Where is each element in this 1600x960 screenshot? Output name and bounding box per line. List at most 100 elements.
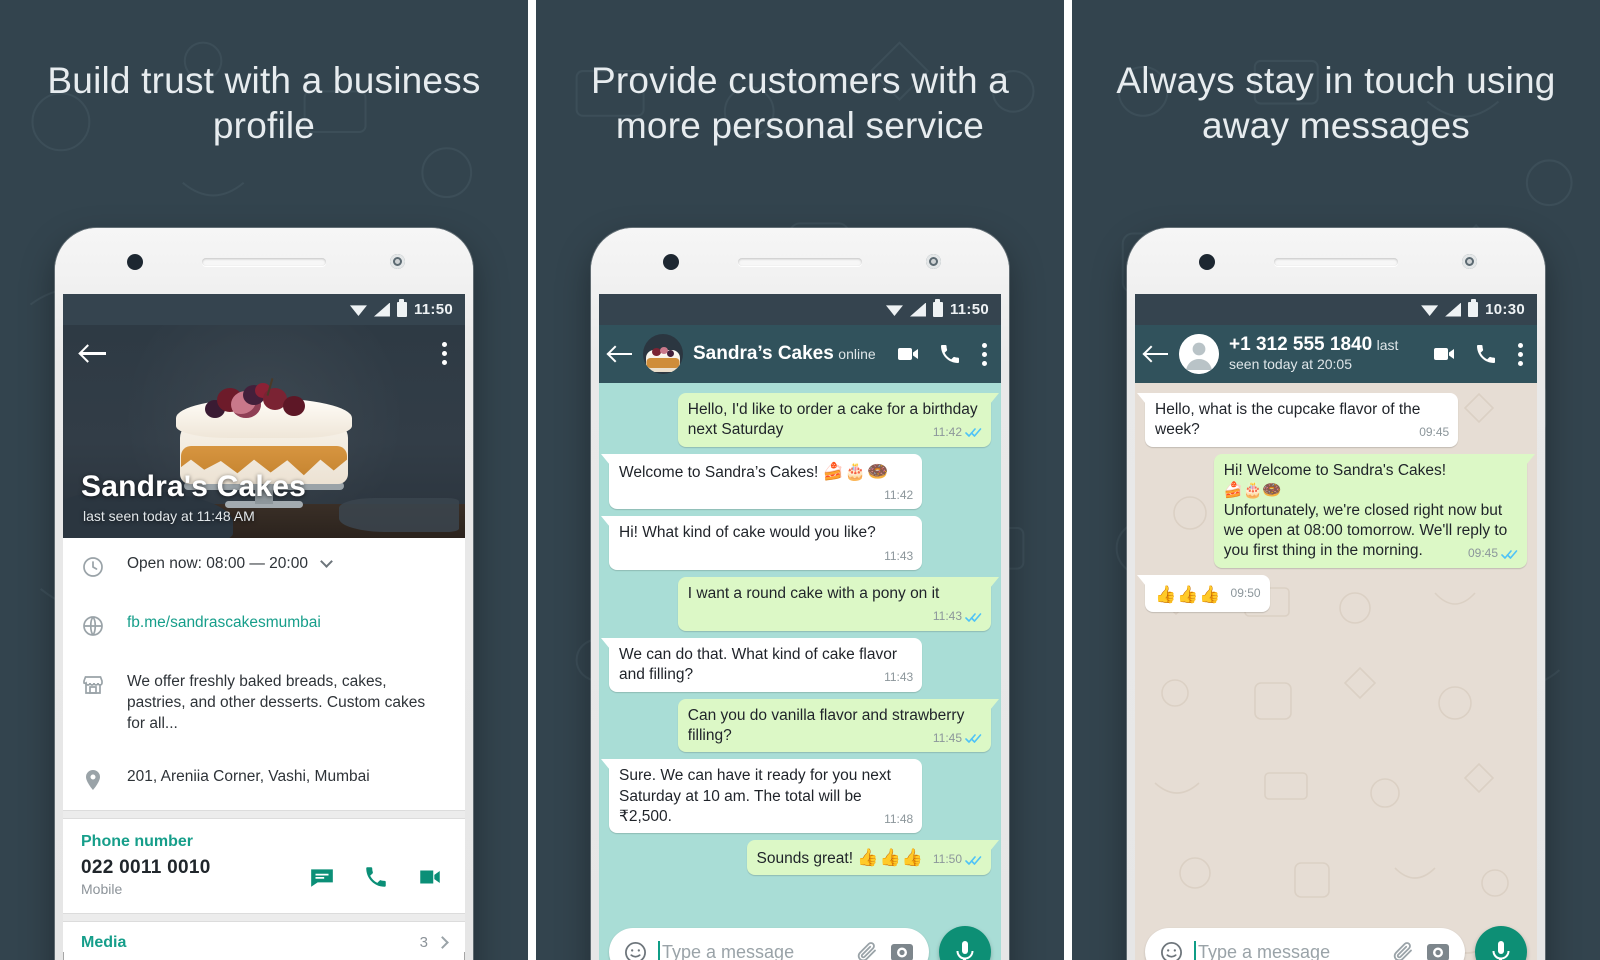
status-bar-time: 11:50 xyxy=(949,301,989,318)
read-receipt-icon xyxy=(965,427,982,438)
back-arrow-icon[interactable] xyxy=(81,343,107,363)
message-list: Hello, what is the cupcake flavor of the… xyxy=(1135,383,1537,918)
phone-screen-3: 10:30 +1 312 555 1840 last seen today at… xyxy=(1135,294,1537,960)
profile-hours-text: Open now: 08:00 — 20:00 xyxy=(127,555,308,572)
video-call-icon[interactable] xyxy=(417,864,443,890)
camera-icon[interactable] xyxy=(1425,940,1451,960)
phone-bezel-top xyxy=(1127,228,1545,294)
chevron-right-icon xyxy=(436,936,449,950)
message-time: 11:43 xyxy=(884,548,914,563)
paperclip-icon[interactable] xyxy=(1391,940,1415,960)
panel-title: Always stay in touch using away messages xyxy=(1116,60,1556,147)
message-composer: Type a message xyxy=(599,918,1001,960)
camera-icon[interactable] xyxy=(889,940,915,960)
message-composer: Type a message xyxy=(1135,918,1537,960)
text-caret xyxy=(1194,940,1196,960)
message-text: Hello, what is the cupcake flavor of the… xyxy=(1155,401,1421,439)
microphone-icon[interactable] xyxy=(939,926,991,960)
panel-separator-1 xyxy=(528,0,536,960)
message-bubble-outgoing[interactable]: Hello, I'd like to order a cake for a bi… xyxy=(677,393,1000,447)
storefront-icon xyxy=(81,673,107,699)
phone-bezel-top xyxy=(591,228,1009,294)
profile-row-website[interactable]: fb.me/sandrascakesmumbai xyxy=(63,597,465,656)
composer-field[interactable]: Type a message xyxy=(1145,928,1465,960)
message-bubble-outgoing[interactable]: Hi! Welcome to Sandra's Cakes! 🍰🎂🍩 Unfortu… xyxy=(1213,453,1536,568)
avatar[interactable] xyxy=(643,334,683,374)
call-icon[interactable] xyxy=(363,864,389,890)
profile-topbar xyxy=(63,325,465,381)
chat-app-bar: +1 312 555 1840 last seen today at 20:05 xyxy=(1135,325,1537,383)
message-time: 09:45 xyxy=(1467,546,1498,561)
video-call-icon[interactable] xyxy=(1432,342,1456,366)
profile-row-hours[interactable]: Open now: 08:00 — 20:00 xyxy=(63,538,465,597)
kebab-menu-icon[interactable] xyxy=(442,341,447,365)
status-bar-time: 10:30 xyxy=(1485,301,1525,318)
message-text: Welcome to Sandra’s Cakes! xyxy=(619,463,823,481)
profile-row-address[interactable]: 201, Areniia Corner, Vashi, Mumbai xyxy=(63,751,465,810)
panel-title: Build trust with a business profile xyxy=(47,60,481,147)
phone-number-row[interactable]: 022 0011 0010 Mobile xyxy=(63,853,465,913)
front-camera-icon xyxy=(663,254,679,270)
back-arrow-icon[interactable] xyxy=(1145,344,1169,364)
status-bar: 11:50 xyxy=(63,294,465,325)
message-bubble-incoming[interactable]: Welcome to Sandra’s Cakes! 🍰🎂🍩 11:42 xyxy=(600,453,923,510)
proximity-sensor-icon xyxy=(1462,254,1477,269)
media-section[interactable]: Media 3 xyxy=(63,921,465,952)
front-camera-icon xyxy=(127,254,143,270)
smiley-icon[interactable] xyxy=(623,940,648,960)
search-input-placeholder[interactable]: Type a message xyxy=(662,942,794,960)
message-text: Sounds great! xyxy=(756,850,858,868)
microphone-icon[interactable] xyxy=(1475,926,1527,960)
status-bar-time: 11:50 xyxy=(413,301,453,318)
message-icon[interactable] xyxy=(309,864,335,890)
message-bubble-incoming[interactable]: 👍👍👍 09:50 xyxy=(1137,574,1270,612)
composer-field[interactable]: Type a message xyxy=(609,928,929,960)
video-call-icon[interactable] xyxy=(896,342,920,366)
media-row[interactable]: Media 3 xyxy=(63,922,465,952)
message-text: I want a round cake with a pony on it xyxy=(687,585,940,603)
search-input-placeholder[interactable]: Type a message xyxy=(1198,942,1330,960)
message-meta: 11:50 xyxy=(933,852,982,868)
profile-row-description[interactable]: We offer freshly baked breads, cakes, pa… xyxy=(63,656,465,751)
call-icon[interactable] xyxy=(1474,342,1498,366)
avatar[interactable] xyxy=(1179,334,1219,374)
message-bubble-outgoing[interactable]: I want a round cake with a pony on it 11:… xyxy=(677,577,1000,631)
kebab-menu-icon[interactable] xyxy=(982,342,987,366)
back-arrow-icon[interactable] xyxy=(609,344,633,364)
message-bubble-outgoing[interactable]: Can you do vanilla flavor and strawberry… xyxy=(677,698,1000,753)
media-label: Media xyxy=(81,933,127,951)
message-emoji: 👍👍👍 xyxy=(1155,584,1222,604)
section-divider-2 xyxy=(63,912,465,922)
profile-website-link[interactable]: fb.me/sandrascakesmumbai xyxy=(127,613,321,634)
message-bubble-incoming[interactable]: Sure. We can have it ready for you next … xyxy=(600,759,923,834)
earpiece-speaker xyxy=(1274,258,1398,266)
message-emoji: 🍰🎂🍩 xyxy=(822,461,890,481)
message-time: 11:43 xyxy=(884,670,914,685)
panel-business-profile: Build trust with a business profile 11:5… xyxy=(0,0,528,960)
message-time: 09:45 xyxy=(1419,425,1450,440)
chevron-down-icon[interactable] xyxy=(320,555,334,568)
profile-info-card: Open now: 08:00 — 20:00 fb.me/sandrascak… xyxy=(63,538,465,810)
message-bubble-incoming[interactable]: Hi! What kind of cake would you like? 11:… xyxy=(600,516,923,571)
message-time: 11:42 xyxy=(932,425,962,440)
panel-separator-2 xyxy=(1064,0,1072,960)
smiley-icon[interactable] xyxy=(1159,940,1184,960)
battery-icon xyxy=(1468,299,1479,317)
chat-app-bar: Sandra’s Cakes online xyxy=(599,325,1001,383)
signal-icon xyxy=(1445,302,1462,317)
proximity-sensor-icon xyxy=(390,254,405,269)
panel-personal-service: Provide customers with a more personal s… xyxy=(536,0,1064,960)
battery-icon xyxy=(932,299,943,317)
message-time: 11:50 xyxy=(932,852,962,867)
read-receipt-icon xyxy=(965,855,982,866)
chat-body: Hello, I'd like to order a cake for a bi… xyxy=(599,383,1001,960)
message-bubble-incoming[interactable]: Hello, what is the cupcake flavor of the… xyxy=(1136,393,1459,447)
paperclip-icon[interactable] xyxy=(855,940,879,960)
profile-last-seen: last seen today at 11:48 AM xyxy=(83,508,255,524)
kebab-menu-icon[interactable] xyxy=(1518,342,1523,366)
call-icon[interactable] xyxy=(938,342,962,366)
message-bubble-outgoing[interactable]: Sounds great! 👍👍👍 11:50 xyxy=(746,840,1000,876)
message-bubble-incoming[interactable]: We can do that. What kind of cake flavor… xyxy=(600,637,923,692)
read-receipt-icon xyxy=(965,733,982,744)
chat-contact-status: online xyxy=(838,346,876,363)
